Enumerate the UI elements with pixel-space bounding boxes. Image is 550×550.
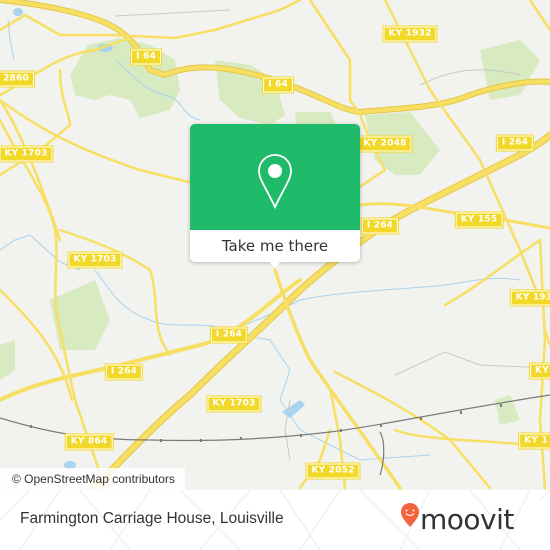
road-shield-ky1932: KY 1932 bbox=[382, 25, 438, 43]
road-shield-ky1703: KY 1703 bbox=[67, 251, 123, 269]
road-shield-i64: I 64 bbox=[262, 76, 294, 94]
road-shield-ky1703: KY 1703 bbox=[0, 145, 54, 163]
park bbox=[50, 280, 110, 350]
location-pin-icon bbox=[258, 154, 292, 209]
brand-wordmark: moovit bbox=[420, 503, 514, 536]
take-me-there-button[interactable]: Take me there bbox=[190, 230, 360, 262]
park bbox=[495, 395, 520, 425]
road-shield-ky155: KY 155 bbox=[454, 211, 504, 229]
footer: Farmington Carriage House, Louisville mo… bbox=[0, 490, 550, 550]
popup-header bbox=[190, 124, 360, 230]
road-shield-ky2052: KY 2052 bbox=[305, 462, 361, 480]
road-shield-ky193: KY 193 bbox=[509, 289, 550, 307]
road-shield-2860: 2860 bbox=[0, 70, 35, 88]
road-shield-ky: KY bbox=[529, 362, 550, 380]
moovit-pin-icon bbox=[401, 503, 419, 527]
road-shield-ky2048: KY 2048 bbox=[357, 135, 413, 153]
road-shield-ky1703: KY 1703 bbox=[206, 395, 262, 413]
road-shield-i264: I 264 bbox=[104, 363, 144, 381]
road-shield-ky1: KY 1 bbox=[518, 432, 550, 450]
popup-pointer bbox=[268, 260, 282, 268]
road-shield-i264: I 264 bbox=[360, 217, 400, 235]
map[interactable]: I 64 I 64 KY 1932 2860 KY 1703 KY 2048 I… bbox=[0, 0, 550, 490]
place-name: Farmington Carriage House, Louisville bbox=[20, 510, 284, 527]
destination-popup: Take me there bbox=[190, 124, 360, 268]
map-attribution[interactable]: © OpenStreetMap contributors bbox=[0, 468, 185, 490]
park bbox=[70, 38, 180, 118]
moovit-logo[interactable]: moovit bbox=[400, 500, 514, 540]
road-shield-ky864: KY 864 bbox=[64, 433, 114, 451]
road-shield-i64: I 64 bbox=[130, 48, 162, 66]
road-shield-i264: I 264 bbox=[209, 326, 249, 344]
road-shield-i264: I 264 bbox=[495, 134, 535, 152]
park bbox=[0, 340, 15, 380]
